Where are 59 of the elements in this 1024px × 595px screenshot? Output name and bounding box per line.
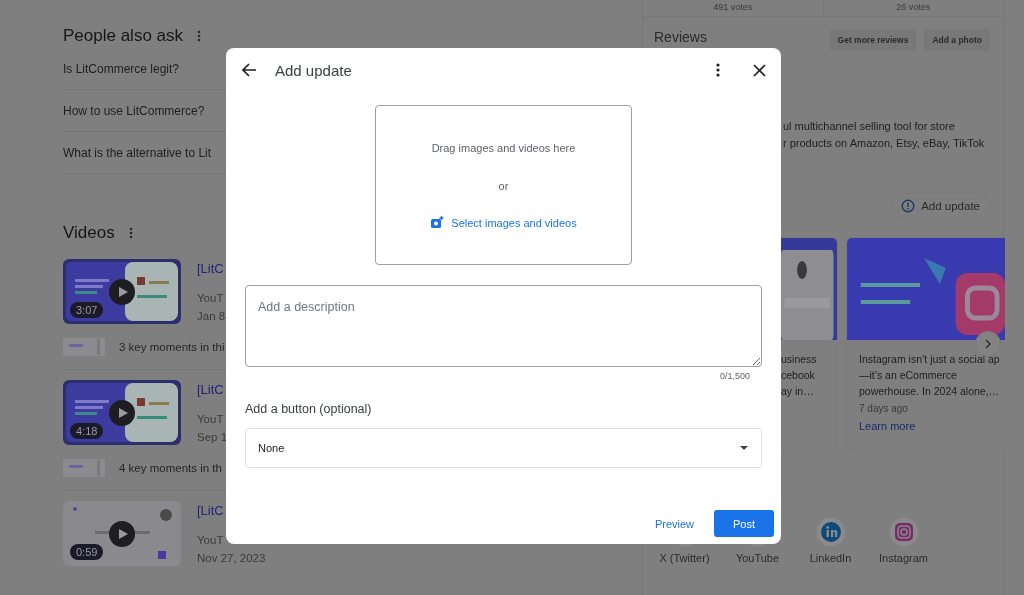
video-title-link[interactable]: [LitC	[197, 381, 228, 399]
duration-badge: 0:59	[70, 544, 104, 560]
description-text: ul multichannel selling tool for store	[783, 119, 956, 134]
social-profile-link[interactable]: X (Twitter)	[659, 552, 710, 564]
play-icon[interactable]	[109, 279, 135, 305]
question-item[interactable]: How to use LitCommerce?	[63, 103, 205, 118]
dialog-title: Add update	[275, 61, 353, 79]
close-icon[interactable]	[753, 63, 766, 77]
vote-count: 26 votes	[895, 1, 932, 14]
social-profile-link[interactable]: Instagram	[879, 552, 928, 564]
more-icon[interactable]	[716, 63, 720, 77]
social-profile-link[interactable]: LinkedIn	[809, 552, 852, 564]
post-excerpt: Instagram isn’t just a social ap —it’s an eCommerce powerhouse. In 2024 alone,…	[859, 352, 1001, 399]
description-text: r products on Amazon, Etsy, eBay, TikTok	[783, 136, 986, 151]
field-label: Add a button (optional)	[245, 402, 373, 416]
video-source: YouT	[197, 533, 225, 548]
media-drop-zone[interactable]: Drag images and videos here or Select images and videos	[375, 105, 632, 265]
post-card[interactable]: Instagram isn’t just a social ap —it’s an eCommerce powerhouse. In 2024 alone,… 7 days ago Learn more	[846, 237, 1005, 451]
video-date: Jan 8	[197, 309, 226, 324]
review-action-button[interactable]: Add a photo	[924, 29, 990, 51]
question-item[interactable]: Is LitCommerce legit?	[63, 61, 180, 76]
description-field[interactable]: Add a description	[245, 285, 762, 367]
add-photo-icon	[430, 216, 445, 229]
back-arrow-icon[interactable]	[241, 62, 257, 78]
add-update-button[interactable]: Add update	[890, 193, 991, 219]
chevron-right-icon	[984, 339, 992, 349]
duration-badge: 4:18	[70, 423, 104, 439]
info-icon	[901, 199, 916, 213]
dropdown-caret-icon	[740, 446, 748, 450]
key-moments-toggle[interactable]: 4 key moments in th	[119, 462, 222, 474]
play-icon[interactable]	[109, 400, 135, 426]
button-type-dropdown[interactable]: None	[245, 428, 762, 468]
duration-badge: 3:07	[70, 302, 104, 318]
section-heading: Videos	[63, 223, 115, 243]
play-icon[interactable]	[109, 521, 135, 547]
post-excerpt: usiness cebook ay in…	[781, 352, 818, 399]
social-profile-link[interactable]: YouTube	[735, 552, 780, 564]
video-date: Sep 1	[197, 430, 228, 445]
video-title-link[interactable]: [LitC	[197, 260, 226, 278]
post-button[interactable]: Post	[714, 510, 774, 537]
post-card[interactable]: usiness cebook ay in…	[781, 237, 838, 451]
reviews-heading: Reviews	[654, 29, 707, 45]
post-age: 7 days ago	[859, 403, 909, 414]
character-counter: 0/1,500	[719, 371, 750, 381]
section-heading: People also ask	[63, 26, 184, 46]
video-date: Nov 27, 2023	[197, 551, 266, 566]
instagram-logo-icon[interactable]	[888, 517, 919, 547]
preview-button[interactable]: Preview	[654, 517, 694, 530]
question-item[interactable]: What is the alternative to Lit	[63, 145, 212, 160]
video-source: YouT	[197, 291, 225, 306]
drop-instructions: Drag images and videos here	[431, 141, 576, 156]
key-moments-toggle[interactable]: 3 key moments in thi	[119, 341, 225, 353]
select-media-link[interactable]: Select images and videos	[430, 216, 577, 229]
review-action-button[interactable]: Get more reviews	[829, 29, 917, 51]
video-source: YouT	[197, 412, 225, 427]
or-text: or	[498, 179, 509, 194]
vote-count: 491 votes	[643, 0, 824, 16]
learn-more-link[interactable]: Learn more	[859, 420, 1005, 432]
linkedin-logo-icon[interactable]	[815, 517, 846, 547]
